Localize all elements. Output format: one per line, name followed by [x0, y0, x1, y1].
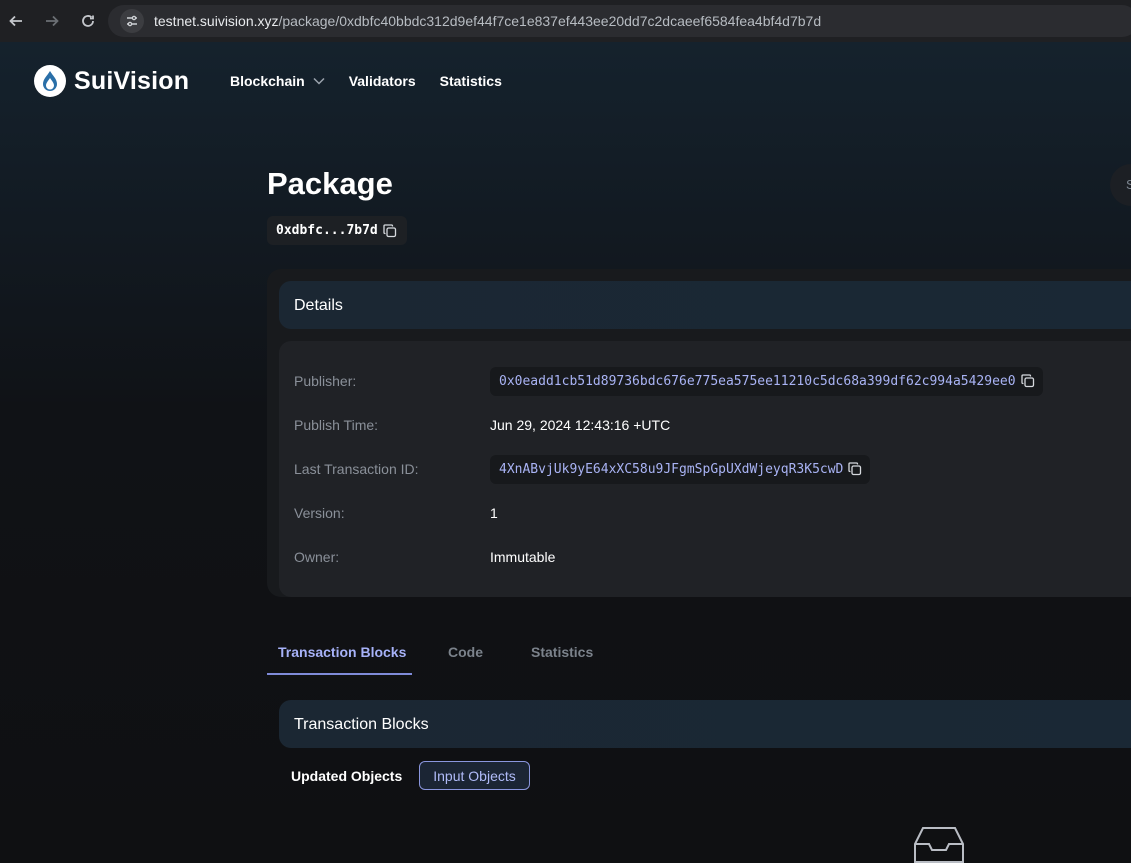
details-heading: Details	[279, 281, 1131, 329]
content-tabs: Transaction Blocks Code Statistics	[267, 638, 1131, 676]
version-label: Version:	[294, 505, 345, 521]
url-text: testnet.suivision.xyz/package/0xdbfc40bb…	[154, 13, 821, 29]
menu-blockchain[interactable]: Blockchain	[230, 73, 325, 89]
detail-row-version: Version: 1	[294, 498, 1131, 528]
page-title: Package	[267, 166, 393, 201]
suivision-logo-icon	[34, 65, 66, 97]
detail-row-last-transaction: Last Transaction ID: 4XnABvjUk9yE64xXC58…	[294, 454, 1131, 484]
browser-toolbar: testnet.suivision.xyz/package/0xdbfc40bb…	[0, 0, 1131, 42]
detail-row-publish-time: Publish Time: Jun 29, 2024 12:43:16 +UTC	[294, 410, 1131, 440]
url-host: testnet.suivision.xyz	[154, 13, 279, 29]
last-transaction-chip: 4XnABvjUk9yE64xXC58u9JFgmSpGpUXdWjeyqR3K…	[490, 454, 871, 484]
last-transaction-label: Last Transaction ID:	[294, 461, 419, 477]
reload-icon[interactable]	[74, 7, 102, 35]
chevron-down-icon	[313, 74, 325, 88]
address-bar[interactable]: testnet.suivision.xyz/package/0xdbfc40bb…	[108, 5, 1131, 37]
version-value: 1	[490, 505, 498, 521]
filter-updated-objects[interactable]: Updated Objects	[291, 768, 402, 784]
page-content: SuiVision Blockchain Validators Statisti…	[0, 42, 1131, 863]
tab-transaction-blocks[interactable]: Transaction Blocks	[278, 644, 406, 660]
menu-validators[interactable]: Validators	[349, 73, 416, 89]
search-input[interactable]: S	[1110, 164, 1131, 206]
empty-box-icon	[913, 824, 965, 863]
menu-statistics[interactable]: Statistics	[440, 73, 502, 89]
publisher-link[interactable]: 0x0eadd1cb51d89736bdc676e775ea575ee11210…	[499, 374, 1016, 389]
publish-time-label: Publish Time:	[294, 417, 379, 433]
owner-label: Owner:	[294, 549, 340, 565]
tab-code[interactable]: Code	[448, 644, 483, 660]
detail-row-owner: Owner: Immutable	[294, 542, 1131, 572]
menu-blockchain-label: Blockchain	[230, 73, 305, 89]
logo[interactable]: SuiVision	[34, 65, 189, 97]
url-path: /package/0xdbfc40bbdc312d9ef44f7ce1e837e…	[278, 13, 822, 29]
publish-time-value: Jun 29, 2024 12:43:16 +UTC	[490, 417, 671, 433]
forward-arrow-icon[interactable]	[38, 7, 66, 35]
copy-icon[interactable]	[848, 462, 862, 476]
back-arrow-icon[interactable]	[2, 7, 30, 35]
site-settings-icon[interactable]	[120, 9, 144, 33]
details-table: Publisher: 0x0eadd1cb51d89736bdc676e775e…	[279, 341, 1131, 597]
site-header: SuiVision Blockchain Validators Statisti…	[0, 42, 1131, 122]
package-id-chip: 0xdbfc...7b7d	[267, 216, 407, 245]
search-placeholder: S	[1126, 177, 1131, 192]
last-transaction-link[interactable]: 4XnABvjUk9yE64xXC58u9JFgmSpGpUXdWjeyqR3K…	[499, 462, 843, 477]
package-id: 0xdbfc...7b7d	[276, 223, 378, 238]
filter-input-objects[interactable]: Input Objects	[419, 761, 530, 790]
active-tab-indicator	[267, 673, 412, 675]
publisher-label: Publisher:	[294, 373, 357, 389]
detail-row-publisher: Publisher: 0x0eadd1cb51d89736bdc676e775e…	[294, 366, 1131, 396]
publisher-chip: 0x0eadd1cb51d89736bdc676e775ea575ee11210…	[490, 366, 1043, 396]
details-card: Details Publisher: 0x0eadd1cb51d89736bdc…	[267, 269, 1131, 597]
copy-icon[interactable]	[1020, 374, 1035, 388]
main-menu: Blockchain Validators Statistics	[230, 73, 526, 89]
transaction-blocks-heading: Transaction Blocks	[279, 700, 1131, 748]
logo-text: SuiVision	[74, 66, 190, 95]
owner-value: Immutable	[490, 549, 556, 565]
copy-icon[interactable]	[383, 223, 397, 238]
tab-statistics[interactable]: Statistics	[531, 644, 593, 660]
